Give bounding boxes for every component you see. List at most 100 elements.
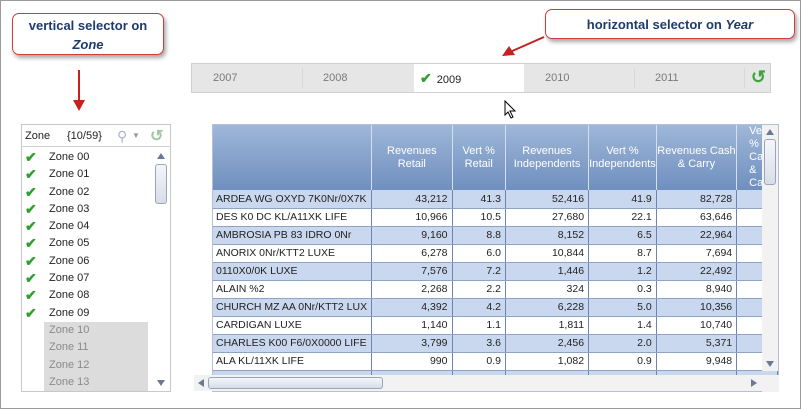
list-item[interactable]: Zone 10 <box>44 321 148 340</box>
check-icon: ✔ <box>25 304 37 321</box>
list-item[interactable]: ✔ Zone 07 <box>22 270 153 287</box>
zone-selector-count: {10/59} <box>67 130 102 142</box>
row-label-cell: CARDIGAN LUXE <box>213 316 373 335</box>
table-cell: 10.5 <box>452 208 506 227</box>
list-item[interactable]: Zone 13 <box>44 373 148 392</box>
scroll-down-arrow-icon[interactable] <box>157 380 165 386</box>
scroll-down-arrow-icon[interactable] <box>766 361 774 367</box>
table-cell: 41.9 <box>588 190 657 209</box>
table-row[interactable]: CHURCH MZ AA 0Nr/KTT2 LUX 4,392 4.2 6,228 5.… <box>213 298 778 317</box>
row-label-cell: ALAIN %2 <box>213 280 373 299</box>
list-item[interactable]: ✔ Zone 09 <box>22 305 153 322</box>
column-header[interactable]: Vert % Independents <box>588 125 657 190</box>
column-header[interactable] <box>213 125 373 190</box>
list-item[interactable]: ✔ Zone 00 <box>22 149 153 166</box>
zone-selector-title: Zone <box>25 130 51 142</box>
list-item[interactable]: ✔ Zone 06 <box>22 253 153 270</box>
check-icon: ✔ <box>25 270 37 287</box>
table-cell: 41.3 <box>452 190 506 209</box>
table-cell: 7,576 <box>371 262 453 281</box>
column-header[interactable]: Revenues Independents <box>505 125 590 190</box>
table-row[interactable]: CHARLES K00 F6/0X0000 LIFE 3,799 3.6 2,456 2… <box>213 334 778 353</box>
chevron-down-icon[interactable]: ▼ <box>132 125 140 147</box>
table-cell: 2,268 <box>371 280 453 299</box>
callout-field: Zone <box>72 37 104 52</box>
column-header[interactable]: Vert % Retail <box>452 125 506 190</box>
list-item-label: Zone 03 <box>49 202 90 215</box>
year-option-2008[interactable]: 2008 <box>302 64 412 92</box>
list-item[interactable]: ✔ Zone 01 <box>22 166 153 183</box>
list-item[interactable]: ✔ Zone 03 <box>22 201 153 218</box>
zone-selector-header: Zone {10/59} ⚲ ▼ ↺ <box>22 125 170 147</box>
list-item[interactable]: Zone 11 <box>44 339 148 357</box>
list-item-label: Zone 04 <box>49 220 90 233</box>
year-option-2007[interactable]: 2007 <box>192 64 302 92</box>
row-label-cell: CHARLES K00 F6/0X0000 LIFE <box>213 334 373 353</box>
grid-horizontal-scrollbar[interactable] <box>194 375 762 391</box>
table-row[interactable]: 0110X0/0K LUXE 7,576 7.2 1,446 1.2 22,492 <box>213 262 778 281</box>
refresh-icon[interactable]: ↺ <box>751 67 766 88</box>
table-row[interactable]: ALAIN %2 2,268 2.2 324 0.3 8,940 <box>213 280 778 299</box>
zone-list-scrollbar[interactable] <box>153 149 169 390</box>
row-label-cell: ANORIX 0Nr/KTT2 LUXE <box>213 244 373 263</box>
row-label-cell: DES K0 DC KL/A11XK LIFE <box>213 208 373 227</box>
table-row[interactable]: ANORIX 0Nr/KTT2 LUXE 6,278 6.0 10,844 8.7 7,6… <box>213 244 778 263</box>
list-item[interactable]: ✔ Zone 02 <box>22 184 153 201</box>
list-item[interactable]: Zone 12 <box>44 356 148 374</box>
column-header[interactable]: Revenues Cash & Carry <box>656 125 738 190</box>
table-cell: 10,740 <box>656 316 738 335</box>
table-cell: 2.0 <box>588 334 657 353</box>
scroll-thumb[interactable] <box>208 377 383 389</box>
check-icon: ✔ <box>420 70 432 86</box>
row-label-cell: 0110X0/0K LUXE <box>213 262 373 281</box>
list-item-label: Zone 13 <box>49 375 90 388</box>
list-item[interactable]: ✔ Zone 08 <box>22 287 153 304</box>
scroll-up-arrow-icon[interactable] <box>766 129 774 135</box>
table-row[interactable]: CARDIGAN LUXE 1,140 1.1 1,811 1.4 10,740 <box>213 316 778 335</box>
scrollbar-corner <box>762 375 779 392</box>
list-item[interactable]: ✔ Zone 04 <box>22 218 153 235</box>
list-item-label: Zone 02 <box>49 185 90 198</box>
scroll-thumb[interactable] <box>155 164 167 204</box>
table-cell: 6,278 <box>371 244 453 263</box>
table-cell: 3,799 <box>371 334 453 353</box>
check-icon: ✔ <box>25 252 37 269</box>
year-option-2010[interactable]: 2010 <box>524 64 634 92</box>
table-cell: 1.4 <box>588 316 657 335</box>
year-selector: 2007 2008 ✔ 2009 2010 2011 ↺ <box>191 63 771 93</box>
callout-text: vertical selector on <box>28 18 148 33</box>
table-cell: 324 <box>505 280 590 299</box>
callout-arrow-head <box>73 100 85 111</box>
check-icon: ✔ <box>25 200 37 217</box>
table-row[interactable]: ARDEA WG OXYD 7K0Nr/0X7K 43,212 41.3 52,416… <box>213 190 778 209</box>
list-item-label: Zone 09 <box>49 306 90 319</box>
list-item-label: Zone 07 <box>49 272 90 285</box>
table-cell: 990 <box>371 352 453 371</box>
table-cell: 0.9 <box>452 352 506 371</box>
table-cell: 8.8 <box>452 226 506 245</box>
year-option-2011[interactable]: 2011 <box>634 64 744 92</box>
table-cell: 8,940 <box>656 280 738 299</box>
column-header[interactable]: Revenues Retail <box>371 125 453 190</box>
table-row[interactable]: AMBROSIA PB 83 IDRO 0Nr 9,160 8.8 8,152 6.5 2… <box>213 226 778 245</box>
refresh-icon[interactable]: ↺ <box>150 126 163 148</box>
grid-vertical-scrollbar[interactable] <box>762 125 778 371</box>
table-cell: 10,844 <box>505 244 590 263</box>
scroll-right-arrow-icon[interactable] <box>751 379 757 387</box>
table-row[interactable]: ALA KL/11XK LIFE 990 0.9 1,082 0.9 9,948 <box>213 352 778 371</box>
table-cell: 22,964 <box>656 226 738 245</box>
horizontal-selector-callout: horizontal selector on Year <box>545 9 795 39</box>
table-cell: 6.0 <box>452 244 506 263</box>
year-option-2009[interactable]: ✔ 2009 <box>414 64 524 92</box>
table-row[interactable]: DES K0 DC KL/A11XK LIFE 10,966 10.5 27,680 2… <box>213 208 778 227</box>
table-cell: 8,152 <box>505 226 590 245</box>
scroll-thumb[interactable] <box>764 139 776 185</box>
table-cell: 8.7 <box>588 244 657 263</box>
scroll-up-arrow-icon[interactable] <box>157 153 165 159</box>
scroll-left-arrow-icon[interactable] <box>198 379 204 387</box>
search-icon[interactable]: ⚲ <box>117 125 127 147</box>
table-header-row: Revenues Retail Vert % Retail Revenues Ind… <box>213 125 778 190</box>
divider <box>744 68 745 88</box>
list-item[interactable]: ✔ Zone 05 <box>22 235 153 252</box>
row-label-cell: CHURCH MZ AA 0Nr/KTT2 LUX <box>213 298 373 317</box>
